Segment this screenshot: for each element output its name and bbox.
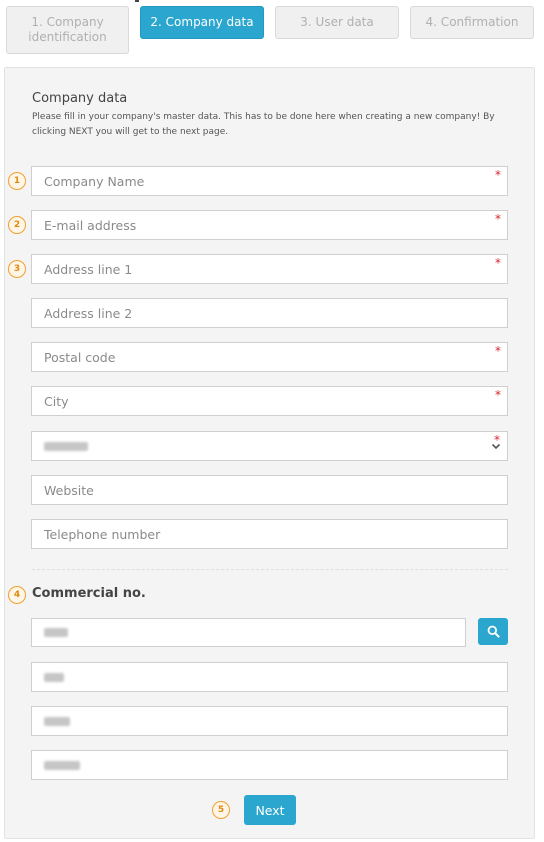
step-badge-5: 5 — [212, 801, 230, 819]
required-marker: * — [495, 344, 501, 358]
website-placeholder: Website — [44, 482, 94, 498]
required-marker: * — [495, 256, 501, 270]
company-name-field[interactable]: Company Name * — [31, 166, 508, 196]
address-line-1-field[interactable]: Address line 1 * — [31, 254, 508, 284]
chevron-down-icon — [491, 443, 501, 450]
postal-code-field[interactable]: Postal code * — [31, 342, 508, 372]
next-button[interactable]: Next — [244, 795, 296, 825]
commercial-field-4[interactable] — [31, 750, 508, 780]
redacted-value — [44, 672, 64, 682]
search-button[interactable] — [478, 618, 508, 645]
telephone-field[interactable]: Telephone number — [31, 519, 508, 549]
required-marker: * — [495, 212, 501, 226]
step-badge-2: 2 — [8, 216, 26, 234]
email-placeholder: E-mail address — [44, 217, 137, 233]
redacted-value — [44, 760, 80, 770]
section-title: Company data — [32, 91, 128, 106]
step-badge-3: 3 — [8, 260, 26, 278]
country-value-redacted — [44, 441, 88, 451]
country-select[interactable]: * — [31, 431, 508, 461]
wizard-steps: 1. Company identification 2. Company dat… — [0, 0, 544, 60]
address-line-2-placeholder: Address line 2 — [44, 305, 133, 321]
commercial-no-title: Commercial no. — [32, 586, 146, 601]
telephone-placeholder: Telephone number — [44, 526, 161, 542]
step-badge-1: 1 — [8, 172, 26, 190]
website-field[interactable]: Website — [31, 475, 508, 505]
divider — [32, 569, 508, 570]
commercial-no-input[interactable] — [31, 618, 466, 647]
address-line-1-placeholder: Address line 1 — [44, 261, 133, 277]
postal-code-placeholder: Postal code — [44, 349, 116, 365]
step-badge-4: 4 — [8, 586, 26, 604]
email-field[interactable]: E-mail address * — [31, 210, 508, 240]
redacted-value — [44, 716, 70, 726]
city-placeholder: City — [44, 393, 69, 409]
step-user-data[interactable]: 3. User data — [275, 6, 399, 39]
address-line-2-field[interactable]: Address line 2 — [31, 298, 508, 328]
company-name-placeholder: Company Name — [44, 173, 145, 189]
redacted-value — [44, 628, 68, 637]
required-marker: * — [495, 388, 501, 402]
city-field[interactable]: City * — [31, 386, 508, 416]
commercial-field-2[interactable] — [31, 662, 508, 692]
search-icon — [487, 625, 500, 638]
intro-text: Please fill in your company's master dat… — [32, 112, 495, 137]
required-marker: * — [495, 168, 501, 182]
step-company-identification[interactable]: 1. Company identification — [6, 6, 129, 54]
step-company-data[interactable]: 2. Company data — [140, 6, 264, 39]
step-confirmation[interactable]: 4. Confirmation — [410, 6, 534, 39]
commercial-field-3[interactable] — [31, 706, 508, 736]
